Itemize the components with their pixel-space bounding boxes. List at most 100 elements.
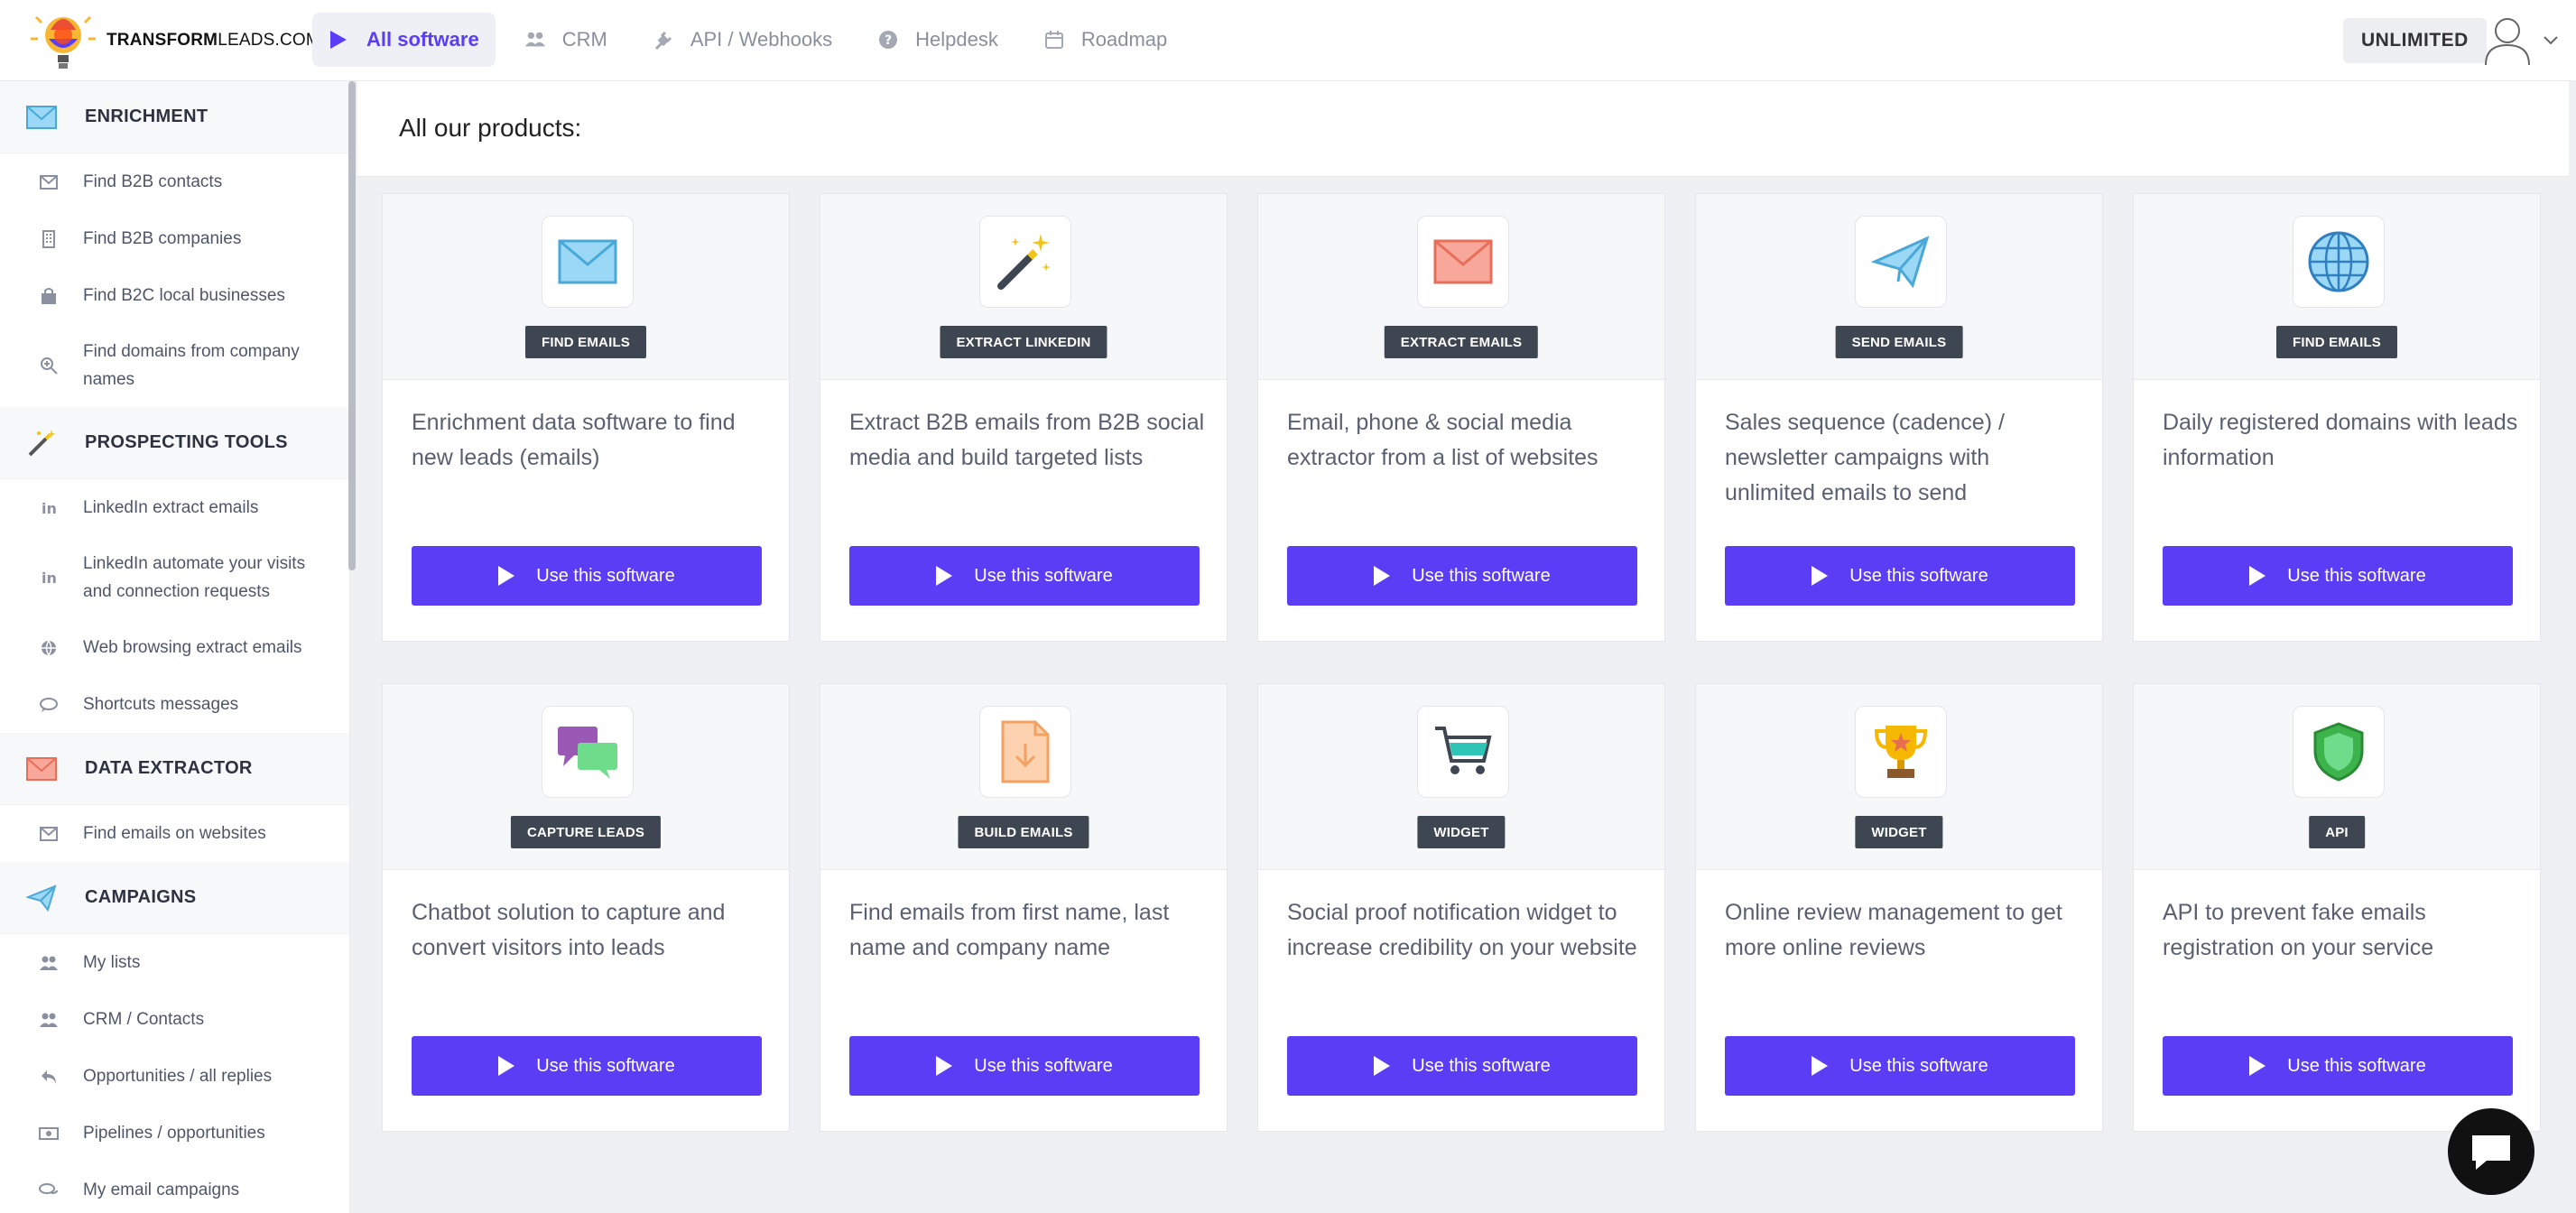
sidebar-section-enrichment[interactable]: ENRICHMENT	[0, 81, 349, 153]
svg-text:?: ?	[885, 33, 892, 48]
sidebar-section-title: DATA EXTRACTOR	[85, 758, 253, 778]
sidebar-item-find-emails-websites[interactable]: Find emails on websites	[0, 805, 349, 862]
globe-icon	[2293, 216, 2385, 308]
sidebar-item-find-b2b-companies[interactable]: Find B2B companies	[0, 210, 349, 267]
card-header: FIND EMAILS	[383, 194, 789, 380]
sidebar-item-label: LinkedIn extract emails	[83, 498, 259, 517]
card-badge: WIDGET	[1417, 816, 1506, 848]
brand-logo[interactable]: TRANSFORMLEADS.COM	[25, 0, 320, 81]
shield-icon	[2293, 706, 2385, 798]
top-nav: All software CRM API / Webhooks ? Helpde…	[312, 13, 1196, 67]
product-card: EXTRACT EMAILS Email, phone & social med…	[1257, 193, 1665, 642]
sidebar-item-find-b2c-local[interactable]: Find B2C local businesses	[0, 267, 349, 324]
sidebar-item-my-email-campaigns[interactable]: My email campaigns	[0, 1162, 349, 1213]
play-icon	[1374, 1056, 1391, 1076]
sidebar-section-prospecting[interactable]: PROSPECTING TOOLS	[0, 407, 349, 479]
card-description: Sales sequence (cadence) / newsletter ca…	[1725, 410, 2005, 505]
sidebar-scrollbar[interactable]	[348, 81, 356, 570]
sidebar-item-web-browsing[interactable]: Web browsing extract emails	[0, 619, 349, 676]
sidebar-item-find-domains[interactable]: Find domains from company names	[0, 324, 349, 407]
shopping-bag-icon	[38, 285, 60, 307]
card-description: Chatbot solution to capture and convert …	[412, 900, 726, 960]
nav-helpdesk[interactable]: ? Helpdesk	[861, 13, 1015, 67]
card-header: API	[2134, 684, 2540, 870]
card-badge: CAPTURE LEADS	[510, 816, 662, 848]
sidebar-item-my-lists[interactable]: My lists	[0, 934, 349, 991]
users-icon	[38, 952, 60, 974]
sidebar-item-label: Opportunities / all replies	[83, 1067, 273, 1086]
sidebar-item-label: Find B2C local businesses	[83, 286, 285, 305]
product-card: FIND EMAILS Enrichment data software to …	[382, 193, 790, 642]
nav-roadmap[interactable]: Roadmap	[1027, 13, 1183, 67]
chat-widget-button[interactable]	[2448, 1108, 2534, 1195]
card-description: Daily registered domains with leads info…	[2163, 410, 2518, 470]
main-header: All our products:	[357, 81, 2569, 177]
use-software-button[interactable]: Use this software	[412, 546, 762, 606]
file-download-icon	[979, 706, 1071, 798]
users-icon	[38, 1009, 60, 1031]
linkedin-icon: in	[38, 497, 60, 519]
sidebar-section-title: PROSPECTING TOOLS	[85, 432, 288, 452]
svg-text:in: in	[42, 569, 57, 586]
use-software-button[interactable]: Use this software	[849, 546, 1200, 606]
use-software-button[interactable]: Use this software	[412, 1036, 762, 1096]
play-icon	[936, 1056, 953, 1076]
sidebar-item-pipelines[interactable]: Pipelines / opportunities	[0, 1105, 349, 1162]
envelope-blue-icon	[542, 216, 634, 308]
use-software-button[interactable]: Use this software	[2163, 546, 2513, 606]
nav-crm[interactable]: CRM	[508, 13, 624, 67]
globe-icon	[38, 637, 60, 659]
button-label: Use this software	[2287, 565, 2426, 586]
button-label: Use this software	[536, 565, 675, 586]
page-title: All our products:	[399, 114, 582, 142]
sidebar-item-label: LinkedIn automate your visits and connec…	[83, 554, 306, 601]
user-avatar-icon[interactable]	[2482, 13, 2533, 67]
nav-all-software[interactable]: All software	[312, 13, 496, 67]
use-software-button[interactable]: Use this software	[1725, 1036, 2075, 1096]
product-card: WIDGET Social proof notification widget …	[1257, 683, 1665, 1132]
magic-wand-icon	[22, 423, 61, 463]
card-badge: EXTRACT LINKEDIN	[940, 326, 1107, 358]
search-plus-icon	[38, 355, 60, 376]
nav-label: All software	[366, 28, 479, 51]
use-software-button[interactable]: Use this software	[1287, 1036, 1637, 1096]
nav-api-webhooks[interactable]: API / Webhooks	[636, 13, 848, 67]
sidebar-item-linkedin-extract[interactable]: in LinkedIn extract emails	[0, 479, 349, 536]
chat-bubbles-icon	[542, 706, 634, 798]
chevron-down-icon[interactable]	[2542, 31, 2560, 49]
envelope-red-icon	[22, 749, 61, 789]
nav-label: API / Webhooks	[690, 28, 833, 51]
sidebar-item-label: My email campaigns	[83, 1181, 240, 1199]
sidebar-item-find-b2b-contacts[interactable]: Find B2B contacts	[0, 153, 349, 210]
play-icon	[2249, 1056, 2266, 1076]
money-icon	[38, 1123, 60, 1144]
comments-icon	[38, 1180, 60, 1201]
sidebar-section-title: ENRICHMENT	[85, 106, 208, 126]
paper-plane-icon	[22, 878, 61, 918]
sidebar-item-shortcuts[interactable]: Shortcuts messages	[0, 676, 349, 733]
card-badge: SEND EMAILS	[1835, 326, 1963, 358]
button-label: Use this software	[2287, 1055, 2426, 1076]
plan-badge[interactable]: UNLIMITED	[2343, 18, 2487, 63]
use-software-button[interactable]: Use this software	[849, 1036, 1200, 1096]
sidebar-item-label: Shortcuts messages	[83, 695, 239, 714]
sidebar-section-campaigns[interactable]: CAMPAIGNS	[0, 862, 349, 934]
use-software-button[interactable]: Use this software	[2163, 1036, 2513, 1096]
sidebar-section-data-extractor[interactable]: DATA EXTRACTOR	[0, 733, 349, 805]
question-icon: ?	[877, 29, 899, 51]
nav-label: Helpdesk	[915, 28, 998, 51]
comment-icon	[38, 694, 60, 716]
card-description: Social proof notification widget to incr…	[1287, 900, 1637, 960]
sidebar-item-opportunities[interactable]: Opportunities / all replies	[0, 1048, 349, 1105]
button-label: Use this software	[974, 1055, 1113, 1076]
product-card: EXTRACT LINKEDIN Extract B2B emails from…	[820, 193, 1228, 642]
card-header: EXTRACT EMAILS	[1258, 194, 1664, 380]
sidebar-item-linkedin-automate[interactable]: in LinkedIn automate your visits and con…	[0, 536, 349, 619]
sidebar-item-crm-contacts[interactable]: CRM / Contacts	[0, 991, 349, 1048]
play-icon	[1812, 1056, 1829, 1076]
calendar-icon	[1043, 29, 1065, 51]
use-software-button[interactable]: Use this software	[1287, 546, 1637, 606]
card-header: BUILD EMAILS	[820, 684, 1227, 870]
use-software-button[interactable]: Use this software	[1725, 546, 2075, 606]
product-card: SEND EMAILS Sales sequence (cadence) / n…	[1695, 193, 2103, 642]
